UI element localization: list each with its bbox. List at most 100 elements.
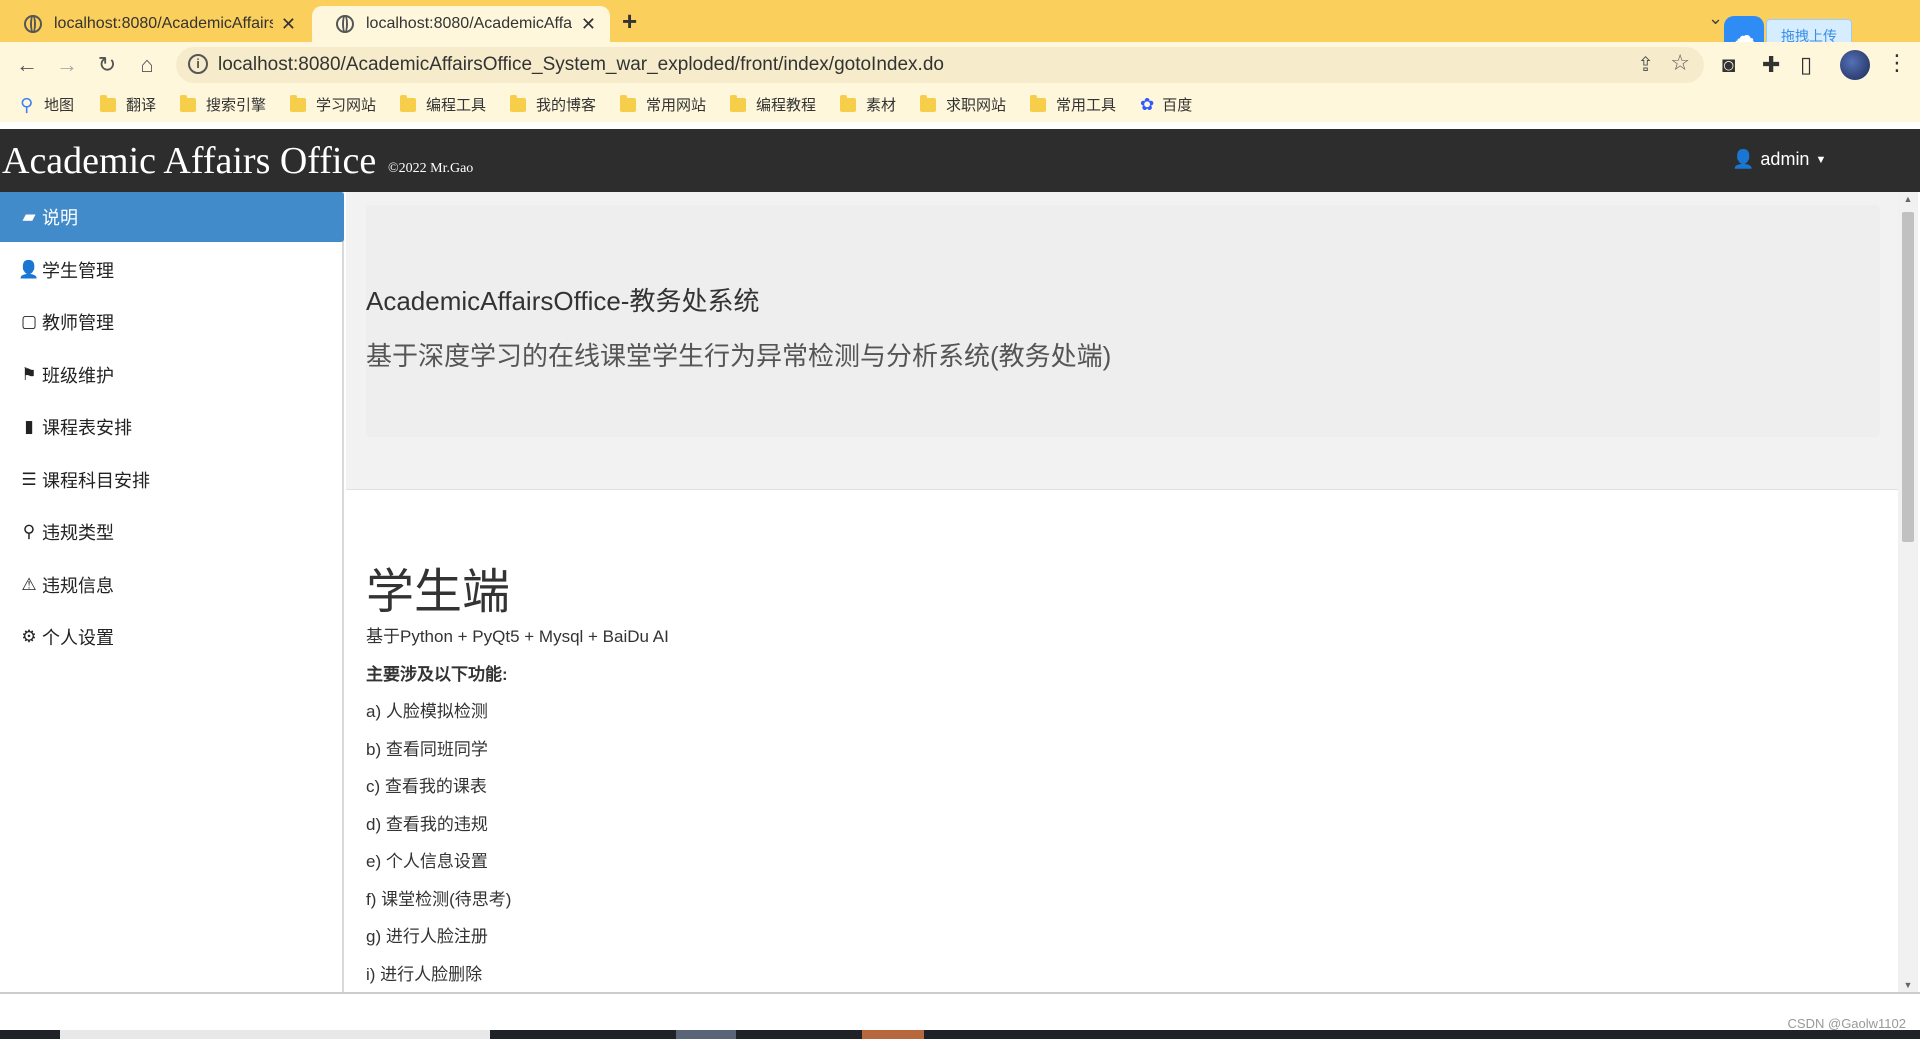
folder-icon	[840, 94, 856, 112]
baidu-paw-icon: ✿	[1140, 94, 1155, 114]
folder-icon	[400, 94, 416, 112]
bookmark-folder[interactable]: 素材	[840, 94, 896, 115]
scroll-up-arrow-icon[interactable]: ▲	[1898, 194, 1918, 204]
bookmark-folder[interactable]: 翻译	[100, 94, 156, 115]
sidebar-item-label: 违规类型	[42, 523, 114, 543]
taskbar-search[interactable]	[60, 1030, 490, 1039]
home-icon[interactable]: ⌂	[132, 50, 162, 80]
sidebar-item-classes[interactable]: ⚑ 班级维护	[0, 350, 344, 400]
sidebar-item-subjects[interactable]: ☰ 课程科目安排	[0, 455, 344, 505]
section-heading: 学生端	[366, 566, 511, 619]
tab-title: localhost:8080/AcademicAffairsOffice_Sys…	[366, 15, 573, 32]
search-icon: ⚲	[22, 522, 36, 541]
sidebar-item-violation-types[interactable]: ⚲ 违规类型	[0, 507, 344, 557]
extension-panda-icon[interactable]: ◙	[1722, 52, 1735, 78]
browser-toolbar: ← → ↻ ⌂ i localhost:8080/AcademicAffairs…	[0, 42, 1920, 88]
copyright-text: ©2022 Mr.Gao	[388, 161, 474, 176]
sidebar-item-violation-info[interactable]: ⚠ 违规信息	[0, 560, 344, 610]
globe-icon	[24, 15, 42, 33]
page-scrollbar[interactable]: ▲ ▼	[1898, 192, 1918, 992]
profile-avatar[interactable]	[1840, 50, 1870, 80]
flag-icon: ⚑	[21, 365, 37, 384]
bookmark-folder[interactable]: 搜索引擎	[180, 94, 266, 115]
feature-item: g) 进行人脸注册	[366, 927, 488, 946]
book-icon: ▮	[24, 417, 34, 436]
close-tab-icon[interactable]: ✕	[581, 14, 596, 35]
jumbotron: AcademicAffairsOffice-教务处系统 基于深度学习的在线课堂学…	[366, 205, 1880, 437]
comment-icon: ▰	[22, 207, 36, 226]
jumbotron-title: AcademicAffairsOffice-教务处系统	[366, 286, 760, 316]
taskbar-app[interactable]	[862, 1030, 924, 1039]
side-panel-icon[interactable]: ▯	[1800, 52, 1812, 78]
new-tab-button[interactable]: +	[622, 6, 637, 36]
folder-icon	[620, 94, 636, 112]
sidebar-item-instructions[interactable]: ▰ 说明	[0, 192, 344, 242]
feature-item: c) 查看我的课表	[366, 777, 487, 796]
sidebar-item-label: 班级维护	[42, 366, 114, 386]
url-text[interactable]: localhost:8080/AcademicAffairsOffice_Sys…	[218, 54, 944, 76]
square-icon: ▢	[20, 312, 38, 331]
features-title: 主要涉及以下功能:	[366, 665, 508, 684]
sidebar-item-label: 个人设置	[42, 628, 114, 648]
main-content: AcademicAffairsOffice-教务处系统 基于深度学习的在线课堂学…	[346, 192, 1898, 992]
reload-icon[interactable]: ↻	[92, 50, 122, 80]
folder-icon	[510, 94, 526, 112]
bookmark-star-icon[interactable]: ☆	[1670, 50, 1690, 76]
address-bar[interactable]: i localhost:8080/AcademicAffairsOffice_S…	[176, 47, 1704, 83]
list-icon: ☰	[21, 470, 37, 489]
username: admin	[1760, 149, 1810, 169]
folder-icon	[920, 94, 936, 112]
site-info-icon[interactable]: i	[188, 54, 208, 74]
sidebar-item-timetable[interactable]: ▮ 课程表安排	[0, 402, 344, 452]
user-dropdown[interactable]: 👤 admin ▼	[1732, 149, 1826, 170]
sidebar-item-label: 教师管理	[42, 313, 114, 333]
bookmark-folder[interactable]: 常用工具	[1030, 94, 1116, 115]
extensions-puzzle-icon[interactable]: ✚	[1762, 52, 1780, 78]
sidebar-item-label: 违规信息	[42, 576, 114, 596]
bookmarks-bar: ⚲ 地图 翻译 搜索引擎 学习网站 编程工具 我的博客 常用网站 编程教程 素材 …	[0, 88, 1920, 122]
browser-tab-2[interactable]: localhost:8080/AcademicAffairsOffice_Sys…	[312, 6, 610, 42]
scroll-thumb[interactable]	[1902, 212, 1914, 542]
browser-menu-icon[interactable]: ⋮	[1886, 50, 1908, 76]
feature-item: f) 课堂检测(待思考)	[366, 890, 512, 909]
divider	[0, 992, 1920, 994]
caret-down-icon: ▼	[1815, 153, 1827, 166]
globe-icon	[336, 15, 354, 33]
app-title[interactable]: Academic Affairs Office	[2, 139, 376, 183]
bookmark-item[interactable]: ⚲ 地图	[20, 94, 74, 115]
feature-item: i) 进行人脸删除	[366, 965, 483, 984]
hero-section: AcademicAffairsOffice-教务处系统 基于深度学习的在线课堂学…	[346, 192, 1898, 490]
feature-item: e) 个人信息设置	[366, 852, 488, 871]
watermark: CSDN @Gaolw1102	[1787, 1016, 1906, 1031]
browser-tab-1[interactable]: localhost:8080/AcademicAffairsOffice_Sys…	[0, 6, 310, 42]
feature-item: b) 查看同班同学	[366, 740, 488, 759]
browser-tabstrip: localhost:8080/AcademicAffairsOffice_Sys…	[0, 0, 1920, 56]
user-icon: 👤	[1732, 149, 1755, 169]
close-tab-icon[interactable]: ✕	[281, 14, 296, 35]
bookmark-folder[interactable]: 求职网站	[920, 94, 1006, 115]
tab-search-chevron-icon[interactable]: ⌄	[1708, 8, 1723, 29]
map-pin-icon: ⚲	[20, 94, 34, 115]
bookmark-folder[interactable]: 常用网站	[620, 94, 706, 115]
bookmark-folder[interactable]: 编程教程	[730, 94, 816, 115]
forward-icon[interactable]: →	[52, 50, 82, 80]
scroll-down-arrow-icon[interactable]: ▼	[1898, 980, 1918, 990]
feature-item: d) 查看我的违规	[366, 815, 488, 834]
sidebar-nav: ▰ 说明 👤 学生管理 ▢ 教师管理 ⚑ 班级维护 ▮ 课程表安排 ☰ 课程科目…	[0, 192, 344, 992]
bookmark-item[interactable]: ✿ 百度	[1140, 94, 1192, 115]
bookmark-folder[interactable]: 学习网站	[290, 94, 376, 115]
back-icon[interactable]: ←	[12, 50, 42, 80]
share-icon[interactable]: ⇪	[1637, 52, 1654, 77]
sidebar-item-settings[interactable]: ⚙ 个人设置	[0, 612, 344, 662]
sidebar-item-students[interactable]: 👤 学生管理	[0, 245, 344, 295]
jumbotron-subtitle: 基于深度学习的在线课堂学生行为异常检测与分析系统(教务处端)	[366, 341, 1112, 371]
bookmark-folder[interactable]: 编程工具	[400, 94, 486, 115]
feature-item: a) 人脸模拟检测	[366, 702, 488, 721]
user-icon: 👤	[18, 260, 40, 279]
folder-icon	[180, 94, 196, 112]
tab-title: localhost:8080/AcademicAffairsOffice_Sys…	[54, 15, 273, 32]
sidebar-item-label: 说明	[42, 208, 78, 228]
bookmark-folder[interactable]: 我的博客	[510, 94, 596, 115]
sidebar-item-teachers[interactable]: ▢ 教师管理	[0, 297, 344, 347]
taskbar-app[interactable]	[676, 1030, 736, 1039]
